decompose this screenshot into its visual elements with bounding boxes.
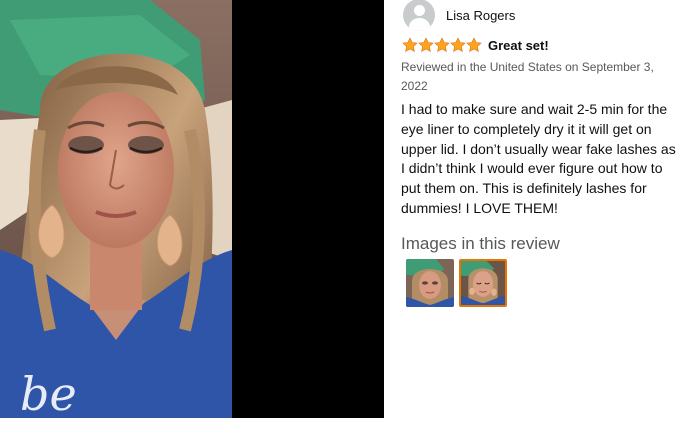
review-body: I had to make sure and wait 2-5 min for … — [401, 101, 676, 216]
review-image-thumbnail-2[interactable] — [459, 259, 507, 307]
review-image-1 — [406, 259, 454, 307]
review-title[interactable]: Great set! — [488, 38, 549, 53]
review-image-thumbnail-1[interactable] — [406, 259, 454, 307]
user-silhouette-icon — [403, 0, 435, 31]
image-viewer-background — [232, 0, 384, 418]
images-heading: Images in this review — [401, 234, 560, 253]
review-photo-image: be — [0, 0, 232, 418]
review-photo: be — [0, 0, 232, 418]
star-icon — [434, 37, 450, 52]
star-icon — [466, 37, 482, 52]
rating-row: Great set! — [402, 37, 549, 53]
reviewer-profile[interactable]: Lisa Rogers — [401, 0, 515, 31]
review-date: Reviewed in the United States on Septemb… — [401, 60, 654, 93]
star-rating — [402, 37, 482, 53]
review-panel: Lisa Rogers Great set! Reviewed in the U… — [401, 0, 679, 421]
review-image-thumbnails — [406, 259, 507, 307]
star-icon — [418, 37, 434, 52]
svg-text:be: be — [20, 367, 77, 418]
reviewer-name[interactable]: Lisa Rogers — [446, 8, 515, 23]
star-icon — [402, 37, 418, 52]
star-icon — [450, 37, 466, 52]
review-image-2 — [461, 261, 505, 305]
